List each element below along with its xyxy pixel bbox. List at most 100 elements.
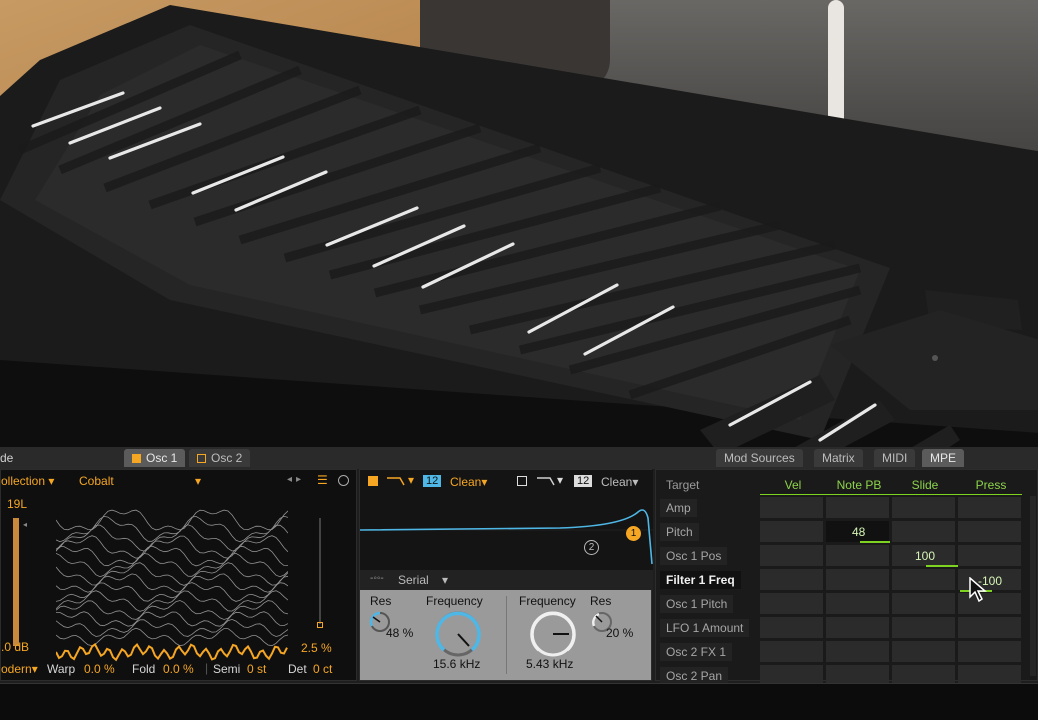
- wavetable-frame-line: [56, 618, 288, 637]
- pitch-notepb-value[interactable]: 48: [852, 525, 865, 539]
- position-value[interactable]: 19L: [7, 497, 27, 511]
- matrix-cell[interactable]: [760, 545, 823, 566]
- matrix-cell[interactable]: [760, 569, 823, 590]
- matrix-cell[interactable]: [892, 497, 955, 518]
- osc1pos-slide-bar: [926, 565, 958, 567]
- wavetable-frame-line: [56, 611, 288, 627]
- wavetable-category-selector[interactable]: ollection ▾: [1, 474, 54, 488]
- filter1-toggle[interactable]: [368, 476, 378, 486]
- matrix-scrollbar[interactable]: [1030, 496, 1036, 676]
- wavetable-frame-line: [56, 552, 288, 578]
- filter2-res-value[interactable]: 20 %: [606, 626, 633, 640]
- filter2-toggle[interactable]: [517, 476, 527, 486]
- matrix-cell[interactable]: [958, 497, 1021, 518]
- column-press: Press: [975, 478, 1007, 492]
- warp-value[interactable]: 0.0 %: [84, 662, 115, 676]
- matrix-cell[interactable]: [892, 521, 955, 542]
- filter1-res-label: Res: [370, 594, 392, 608]
- matrix-cell[interactable]: [958, 545, 1021, 566]
- background-photo: [0, 0, 1038, 447]
- tab-mod-sources[interactable]: Mod Sources: [716, 449, 803, 467]
- dropdown-arrow-icon[interactable]: ▾: [408, 473, 414, 487]
- position-slider[interactable]: [319, 518, 321, 624]
- det-value[interactable]: 0 ct: [313, 662, 332, 676]
- matrix-cell[interactable]: [958, 617, 1021, 638]
- list-icon[interactable]: ☰: [317, 473, 328, 487]
- wavetable-selector[interactable]: Cobalt: [79, 474, 114, 488]
- oscillator-section: ollection ▾ Cobalt ▾ ◂ ▸ ☰ 19L ◂ .0 dB 2…: [0, 469, 357, 681]
- filter2-circuit-label: Clean: [601, 475, 633, 489]
- matrix-cell[interactable]: [826, 569, 889, 590]
- gain-slider-fill: [13, 518, 19, 646]
- filter1-freq-value[interactable]: 15.6 kHz: [433, 657, 480, 671]
- filter2-freq-knob[interactable]: [527, 608, 579, 658]
- matrix-cell[interactable]: [760, 521, 823, 542]
- semi-value[interactable]: 0 st: [247, 662, 266, 676]
- tab-mpe[interactable]: MPE: [922, 449, 965, 467]
- target-row-label[interactable]: Amp: [660, 499, 697, 517]
- filter1-freq-label: Frequency: [426, 594, 483, 608]
- matrix-cell[interactable]: [826, 593, 889, 614]
- gain-value[interactable]: .0 dB: [1, 640, 29, 654]
- target-row-label[interactable]: Filter 1 Freq: [660, 571, 741, 589]
- routing-selector[interactable]: Serial ▾: [398, 573, 448, 587]
- filter2-badge[interactable]: 2: [584, 540, 599, 555]
- osc1-toggle-icon[interactable]: [132, 454, 141, 463]
- osc-effect-mode-selector[interactable]: odern▾: [1, 662, 38, 676]
- matrix-cell[interactable]: [760, 641, 823, 662]
- wavetable-frame-line: [56, 582, 288, 602]
- filter1-slope[interactable]: 12: [423, 475, 442, 487]
- osc2-toggle-icon[interactable]: [197, 454, 206, 463]
- matrix-cell[interactable]: [826, 497, 889, 518]
- matrix-cell[interactable]: [826, 641, 889, 662]
- matrix-cell[interactable]: [958, 521, 1021, 542]
- matrix-cell[interactable]: [958, 641, 1021, 662]
- fold-value[interactable]: 0.0 %: [163, 662, 194, 676]
- filter1-freq-knob[interactable]: [432, 608, 484, 658]
- routing-icon: -◦◦-: [370, 573, 384, 584]
- filter1-circuit-selector[interactable]: Clean▾: [450, 475, 487, 489]
- matrix-cell[interactable]: [760, 617, 823, 638]
- matrix-cell[interactable]: [892, 641, 955, 662]
- osc1pos-slide-value[interactable]: 100: [915, 549, 935, 563]
- target-row-label[interactable]: Osc 1 Pitch: [660, 595, 734, 613]
- dropdown-arrow-icon[interactable]: ▾: [195, 474, 201, 488]
- filter1-res-value[interactable]: 48 %: [386, 626, 413, 640]
- tab-osc1-label: Osc 1: [146, 451, 178, 465]
- wavetable-display[interactable]: [56, 500, 288, 670]
- filter2-slope[interactable]: 12: [574, 475, 593, 487]
- filter2-circuit-selector[interactable]: Clean▾: [601, 475, 638, 489]
- matrix-cell[interactable]: [826, 545, 889, 566]
- matrix-cell[interactable]: [892, 617, 955, 638]
- wavetable-frame-line: [56, 562, 288, 586]
- wavetable-frame-line: [56, 515, 288, 543]
- arrow-right-icon[interactable]: ▸: [296, 474, 301, 485]
- matrix-cell[interactable]: [760, 497, 823, 518]
- target-row-label[interactable]: LFO 1 Amount: [660, 619, 750, 637]
- wavetable-frame-line: [56, 545, 288, 567]
- tab-midi[interactable]: MIDI: [874, 449, 916, 467]
- tab-matrix[interactable]: Matrix: [814, 449, 863, 467]
- target-row-label[interactable]: Osc 1 Pos: [660, 547, 728, 565]
- matrix-cell[interactable]: [892, 569, 955, 590]
- target-row-label[interactable]: Pitch: [660, 523, 699, 541]
- filter-shape-icon[interactable]: [386, 475, 410, 487]
- position-percent[interactable]: 2.5 %: [301, 641, 332, 655]
- filter-response-curve[interactable]: [360, 494, 653, 570]
- circle-icon[interactable]: [338, 475, 349, 486]
- matrix-cell[interactable]: [760, 593, 823, 614]
- target-row-label[interactable]: Osc 2 FX 1: [660, 643, 733, 661]
- tab-osc2[interactable]: Osc 2: [189, 449, 251, 467]
- filter1-badge[interactable]: 1: [626, 526, 641, 541]
- position-slider-handle[interactable]: [317, 622, 323, 628]
- matrix-cell[interactable]: [892, 593, 955, 614]
- tab-osc1[interactable]: Osc 1: [124, 449, 186, 467]
- matrix-cell[interactable]: [826, 617, 889, 638]
- det-label: Det: [288, 662, 307, 676]
- dropdown-arrow-icon: ▾: [442, 573, 449, 587]
- seaboard-keyboard: [0, 5, 1038, 447]
- arrow-left-icon[interactable]: ◂: [287, 474, 292, 485]
- filter2-freq-value[interactable]: 5.43 kHz: [526, 657, 573, 671]
- gain-slider[interactable]: [13, 518, 19, 646]
- dropdown-arrow-icon[interactable]: ▾: [557, 473, 563, 487]
